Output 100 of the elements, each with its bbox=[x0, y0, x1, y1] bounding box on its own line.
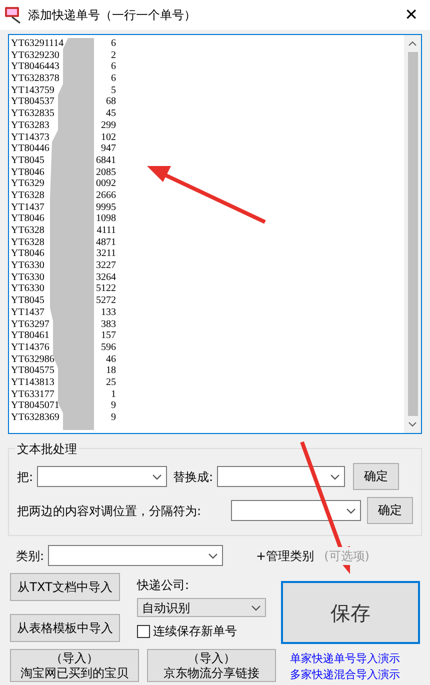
replace-label: 把: bbox=[17, 468, 34, 486]
tracking-number-end: 4871 bbox=[96, 236, 116, 248]
tracking-number-start: YT6328 bbox=[11, 236, 44, 248]
tracking-number-start: YT6329 bbox=[11, 178, 44, 190]
tracking-number-start: YT63291114 bbox=[11, 38, 64, 50]
dialog-button[interactable]: 从TXT文档中导入 bbox=[10, 573, 120, 601]
chevron-down-icon bbox=[251, 604, 262, 610]
optional-hint: (可选项) bbox=[324, 546, 370, 564]
tracking-number-start: YT143759 bbox=[11, 84, 54, 96]
courier-label: 快递公司: bbox=[137, 577, 190, 594]
tracking-number-end: 68 bbox=[106, 96, 116, 108]
close-button[interactable]: ✕ bbox=[404, 3, 418, 27]
tracking-number-end: 9 bbox=[111, 400, 116, 412]
scrollbar[interactable] bbox=[404, 35, 421, 433]
tracking-number-end: 299 bbox=[101, 120, 116, 132]
dialog-button[interactable]: （导入） 京东物流分享链接 bbox=[147, 649, 276, 682]
tracking-number-end: 9995 bbox=[96, 202, 116, 214]
group-legend: 文本批处理 bbox=[15, 440, 79, 458]
courier-select[interactable]: 自动识别 bbox=[137, 598, 266, 617]
tracking-number-start: YT63283 bbox=[11, 120, 50, 132]
tracking-number-start: YT8046 bbox=[11, 166, 44, 178]
tracking-number-start: YT1437 bbox=[11, 306, 44, 318]
tracking-number-start: YT804575 bbox=[11, 365, 54, 377]
manage-category-link[interactable]: +管理类别 bbox=[256, 546, 314, 564]
tracking-number-start: YT633177 bbox=[11, 388, 54, 400]
tracking-number-end: 46 bbox=[106, 354, 116, 366]
tracking-number-end: 5 bbox=[111, 84, 116, 96]
dialog-button[interactable]: （导入） 淘宝网已买到的宝贝 bbox=[10, 649, 139, 682]
tracking-number-start: YT6329230 bbox=[11, 50, 60, 62]
tracking-number-start: YT8045071 bbox=[11, 400, 60, 412]
tracking-number-start: YT6330 bbox=[11, 260, 44, 272]
dropdown-field[interactable] bbox=[48, 545, 224, 566]
chevron-down-icon bbox=[152, 474, 162, 480]
tracking-number-end: 2 bbox=[111, 50, 116, 62]
tracking-number-end: 3211 bbox=[96, 248, 116, 260]
swap-label: 把两边的内容对调位置，分隔符为: bbox=[17, 502, 202, 520]
tracking-number-end: 596 bbox=[101, 342, 116, 354]
tracking-number-end: 6 bbox=[111, 61, 116, 74]
app-icon bbox=[4, 6, 22, 24]
tracking-number-start: YT8046 bbox=[11, 248, 44, 260]
checkbox[interactable] bbox=[137, 624, 150, 638]
scroll-down-icon bbox=[408, 422, 417, 427]
scroll-up-icon bbox=[408, 41, 417, 46]
tracking-number-start: YT63297 bbox=[11, 318, 50, 330]
tracking-number-start: YT6330 bbox=[11, 272, 44, 284]
dialog-button[interactable]: 从表格模板中导入 bbox=[10, 614, 120, 642]
chevron-down-icon bbox=[208, 552, 218, 558]
tracking-number-end: 1098 bbox=[96, 213, 116, 225]
save-button[interactable]: 保存 bbox=[281, 581, 420, 644]
tracking-number-end: 4111 bbox=[96, 225, 116, 237]
tracking-number-end: 0092 bbox=[96, 178, 116, 190]
tracking-number-end: 3264 bbox=[96, 272, 116, 284]
tracking-number-end: 6841 bbox=[96, 154, 116, 167]
tracking-number-start: YT632835 bbox=[11, 108, 54, 120]
dialog-button[interactable]: 确定 bbox=[367, 497, 413, 524]
tracking-number-start: YT6328369 bbox=[11, 412, 60, 424]
tracking-number-start: YT6328378 bbox=[11, 73, 60, 85]
chevron-down-icon bbox=[346, 508, 356, 514]
checkbox-label: 连续保存新单号 bbox=[153, 623, 237, 640]
demo-link[interactable]: 多家快递混合导入演示 bbox=[290, 667, 400, 683]
tracking-number-start: YT80461 bbox=[11, 330, 50, 342]
tracking-number-end: 102 bbox=[101, 132, 116, 144]
tracking-number-end: 3227 bbox=[96, 260, 116, 272]
tracking-number-start: YT14376 bbox=[11, 342, 50, 354]
tracking-number-start: YT804537 bbox=[11, 96, 54, 108]
category-label: 类别: bbox=[16, 548, 44, 564]
tracking-number-start: YT1437 bbox=[11, 202, 44, 214]
tracking-number-textarea[interactable] bbox=[8, 34, 422, 434]
tracking-number-end: 9 bbox=[111, 412, 116, 424]
tracking-number-end: 947 bbox=[101, 143, 116, 155]
window-title: 添加快递单号（一行一个单号） bbox=[28, 7, 196, 24]
dialog-button[interactable]: 确定 bbox=[353, 463, 400, 490]
dropdown-field[interactable] bbox=[231, 500, 361, 521]
tracking-number-start: YT6328 bbox=[11, 190, 44, 202]
scroll-thumb[interactable] bbox=[408, 52, 418, 416]
demo-link[interactable]: 单家快递单号导入演示 bbox=[290, 651, 400, 667]
tracking-number-end: 1 bbox=[111, 388, 116, 400]
tracking-number-start: YT6330 bbox=[11, 283, 44, 296]
tracking-number-end: 45 bbox=[106, 108, 116, 120]
tracking-number-start: YT8045 bbox=[11, 295, 44, 307]
tracking-number-start: YT632986 bbox=[11, 354, 54, 366]
replace-with-label: 替换成: bbox=[173, 468, 214, 486]
tracking-number-end: 5272 bbox=[96, 295, 116, 307]
dropdown-field[interactable] bbox=[217, 466, 346, 487]
tracking-number-end: 383 bbox=[101, 318, 116, 330]
tracking-number-end: 157 bbox=[101, 330, 116, 342]
tracking-number-end: 18 bbox=[106, 365, 116, 377]
tracking-number-start: YT80446 bbox=[11, 143, 50, 155]
tracking-number-end: 133 bbox=[101, 306, 116, 318]
chevron-down-icon bbox=[330, 474, 340, 480]
tracking-number-start: YT8045 bbox=[11, 154, 44, 167]
tracking-number-end: 6 bbox=[111, 73, 116, 85]
tracking-number-end: 6 bbox=[111, 38, 116, 50]
tracking-number-end: 2666 bbox=[96, 190, 116, 202]
tracking-number-end: 2085 bbox=[96, 166, 116, 178]
tracking-number-end: 5122 bbox=[96, 283, 116, 296]
tracking-number-start: YT8046443 bbox=[11, 61, 60, 74]
dropdown-field[interactable] bbox=[37, 466, 168, 487]
tracking-number-start: YT6328 bbox=[11, 225, 44, 237]
tracking-number-start: YT143813 bbox=[11, 376, 54, 389]
